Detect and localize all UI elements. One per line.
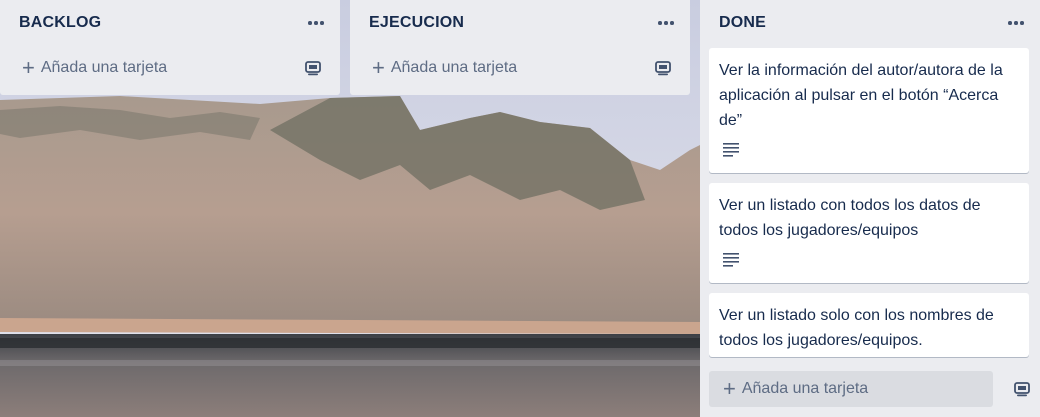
card-template-icon[interactable] bbox=[304, 59, 322, 77]
list-title[interactable]: EJECUCION bbox=[369, 14, 464, 32]
add-card-label: Añada una tarjeta bbox=[741, 380, 869, 397]
add-card-button[interactable]: + Añada una tarjeta bbox=[22, 57, 167, 79]
add-card-label: Añada una tarjeta bbox=[40, 59, 168, 76]
list-backlog: BACKLOG + Añada una tarjeta bbox=[0, 0, 340, 95]
add-card-composer: + Añada una tarjeta bbox=[0, 46, 340, 90]
plus-icon: + bbox=[723, 376, 736, 401]
card-template-icon[interactable] bbox=[1013, 380, 1031, 398]
add-card-label: Añada una tarjeta bbox=[390, 59, 518, 76]
list-header: BACKLOG bbox=[0, 0, 340, 46]
card[interactable]: Ver un listado solo con los nombres de t… bbox=[709, 293, 1029, 357]
list-title[interactable]: DONE bbox=[719, 14, 766, 32]
list-ejecucion: EJECUCION + Añada una tarjeta bbox=[350, 0, 690, 95]
card-title: Ver un listado con todos los datos de to… bbox=[719, 197, 981, 239]
plus-icon: + bbox=[22, 55, 35, 80]
add-card-button[interactable]: + Añada una tarjeta bbox=[372, 57, 517, 79]
add-card-composer: + Añada una tarjeta bbox=[709, 371, 1031, 407]
card[interactable]: Ver la información del autor/autora de l… bbox=[709, 48, 1029, 173]
more-horizontal-icon[interactable] bbox=[1002, 9, 1030, 37]
description-icon bbox=[723, 143, 739, 157]
description-icon bbox=[723, 253, 739, 267]
list-title[interactable]: BACKLOG bbox=[19, 14, 101, 32]
add-card-button[interactable]: + Añada una tarjeta bbox=[709, 371, 993, 407]
plus-icon: + bbox=[372, 55, 385, 80]
list-done: DONE Ver la información del autor/autora… bbox=[700, 0, 1040, 417]
list-header: EJECUCION bbox=[350, 0, 690, 46]
card-title: Ver un listado solo con los nombres de t… bbox=[719, 307, 994, 349]
add-card-composer: + Añada una tarjeta bbox=[350, 46, 690, 90]
card-template-icon[interactable] bbox=[654, 59, 672, 77]
card[interactable]: Ver un listado con todos los datos de to… bbox=[709, 183, 1029, 283]
list-header: DONE bbox=[700, 0, 1040, 46]
more-horizontal-icon[interactable] bbox=[302, 9, 330, 37]
card-title: Ver la información del autor/autora de l… bbox=[719, 62, 1003, 129]
more-horizontal-icon[interactable] bbox=[652, 9, 680, 37]
